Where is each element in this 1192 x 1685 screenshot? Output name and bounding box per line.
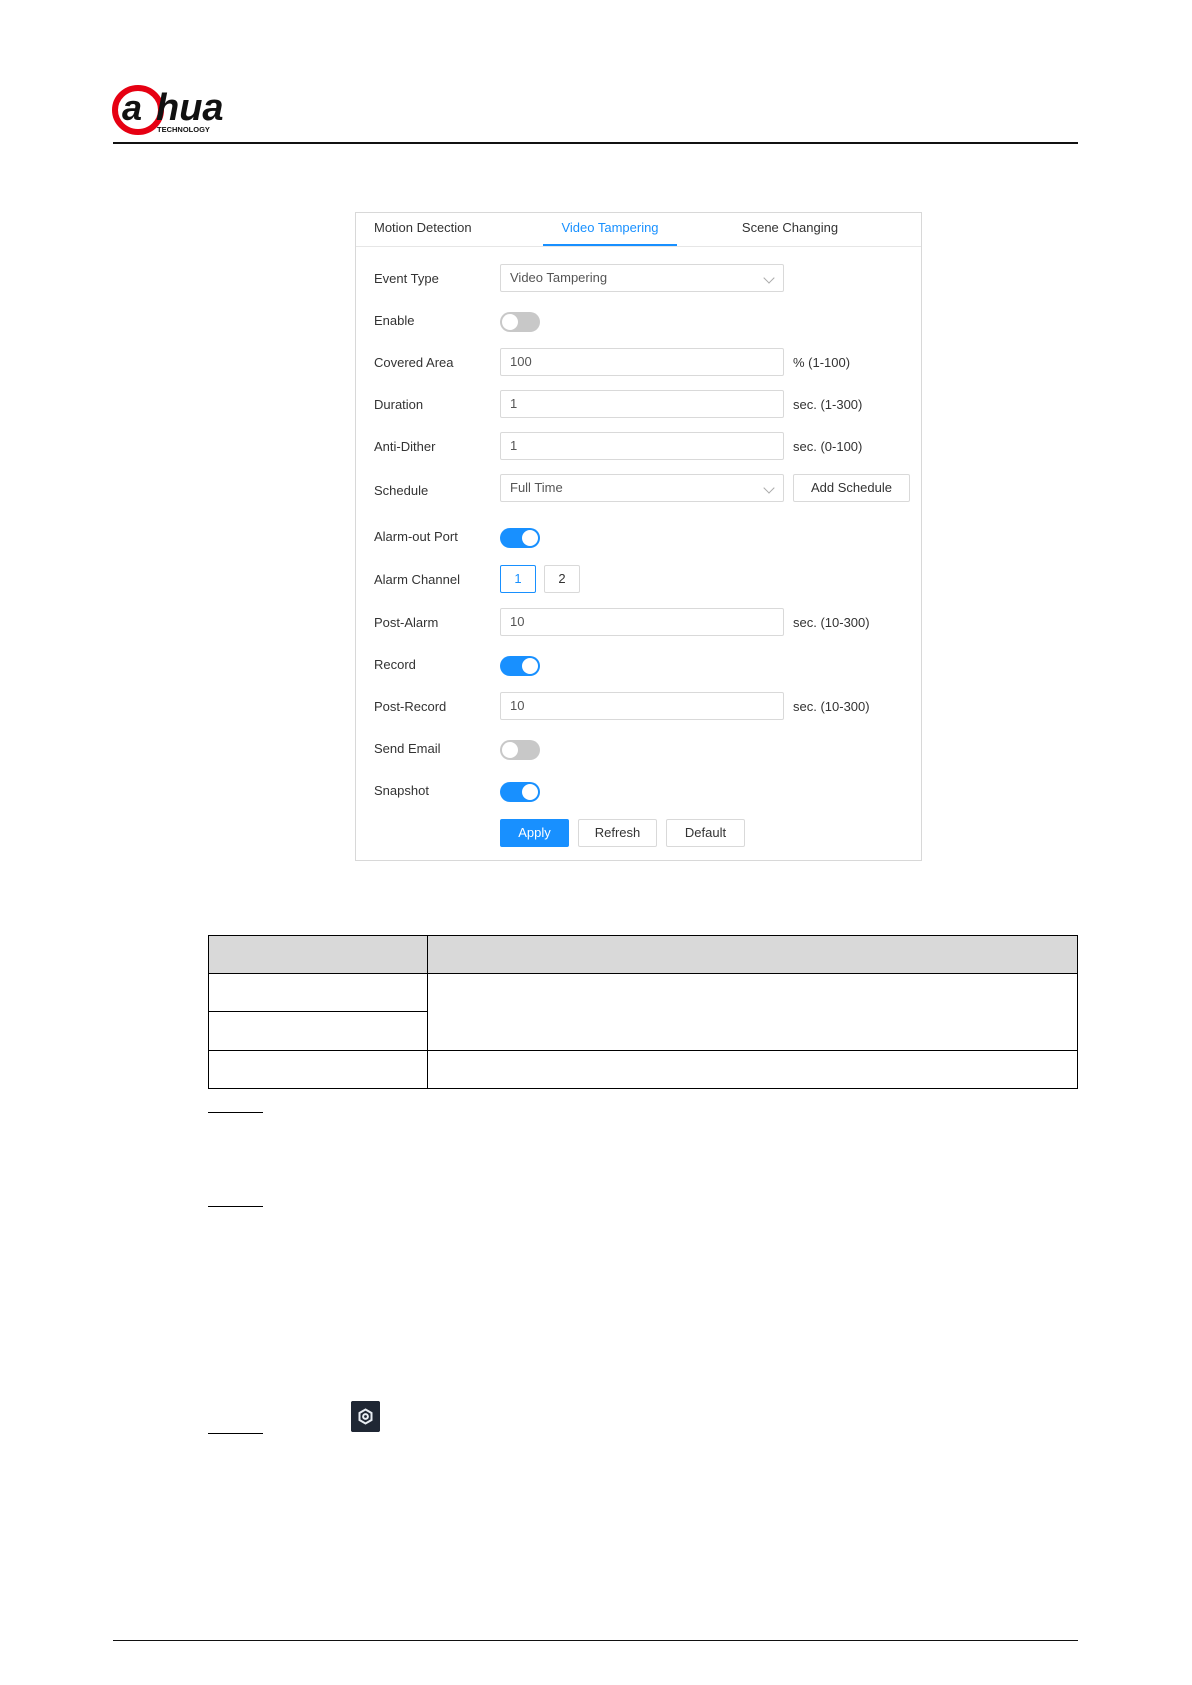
event-type-select[interactable]: Video Tampering [500,264,784,292]
alarm-channel-option-1[interactable]: 1 [500,565,536,593]
enable-label: Enable [374,313,415,328]
tab-bar: Motion Detection Video Tampering Scene C… [356,213,921,247]
alarm-out-port-toggle[interactable] [500,528,540,548]
apply-button[interactable]: Apply [500,819,569,847]
post-alarm-label: Post-Alarm [374,615,439,630]
step-marker [208,1206,263,1207]
covered-area-input[interactable]: 100 [500,348,784,376]
post-alarm-unit: sec. (10-300) [793,615,870,630]
step-marker [208,1112,263,1113]
tab-scene-changing[interactable]: Scene Changing [736,213,844,246]
chevron-down-icon [763,482,775,494]
step-marker [208,1433,263,1434]
alarm-out-port-label: Alarm-out Port [374,529,458,544]
table-cell [427,973,1078,1051]
duration-unit: sec. (1-300) [793,397,863,412]
footer-rule [113,1640,1078,1641]
enable-toggle[interactable] [500,312,540,332]
svg-text:hua: hua [156,87,224,129]
refresh-button[interactable]: Refresh [578,819,657,847]
tab-video-tampering[interactable]: Video Tampering [543,213,677,246]
post-record-input[interactable]: 10 [500,692,784,720]
alarm-channel-option-2[interactable]: 2 [544,565,580,593]
table-header-cell [427,935,1078,974]
schedule-label: Schedule [374,483,429,498]
anti-dither-unit: sec. (0-100) [793,439,863,454]
covered-area-label: Covered Area [374,355,454,370]
event-type-value: Video Tampering [510,270,608,285]
svg-text:TECHNOLOGY: TECHNOLOGY [157,125,210,134]
snapshot-toggle[interactable] [500,782,540,802]
post-record-unit: sec. (10-300) [793,699,870,714]
dahua-logo: a hua TECHNOLOGY [112,85,224,135]
anti-dither-input[interactable]: 1 [500,432,784,460]
add-schedule-button[interactable]: Add Schedule [793,474,910,502]
record-label: Record [374,657,416,672]
table-header-cell [208,935,428,974]
header-rule [113,142,1078,144]
gear-icon [351,1401,380,1432]
svg-text:a: a [122,87,142,128]
send-email-label: Send Email [374,741,441,756]
post-alarm-input[interactable]: 10 [500,608,784,636]
duration-label: Duration [374,397,424,412]
table-cell [208,1011,428,1051]
schedule-select[interactable]: Full Time [500,474,784,502]
video-tampering-panel: Motion Detection Video Tampering Scene C… [355,212,922,861]
tab-motion-detection[interactable]: Motion Detection [374,213,480,246]
table-cell [427,1050,1078,1089]
schedule-value: Full Time [510,480,563,495]
snapshot-label: Snapshot [374,783,429,798]
send-email-toggle[interactable] [500,740,540,760]
covered-area-unit: % (1-100) [793,355,851,370]
default-button[interactable]: Default [666,819,745,847]
alarm-channel-group: 1 2 [500,565,590,593]
event-type-label: Event Type [374,271,439,286]
parameter-table [208,935,1078,1089]
post-record-label: Post-Record [374,699,447,714]
duration-input[interactable]: 1 [500,390,784,418]
record-toggle[interactable] [500,656,540,676]
chevron-down-icon [763,272,775,284]
alarm-channel-label: Alarm Channel [374,572,460,587]
table-cell [208,973,428,1012]
anti-dither-label: Anti-Dither [374,439,436,454]
table-cell [208,1050,428,1089]
